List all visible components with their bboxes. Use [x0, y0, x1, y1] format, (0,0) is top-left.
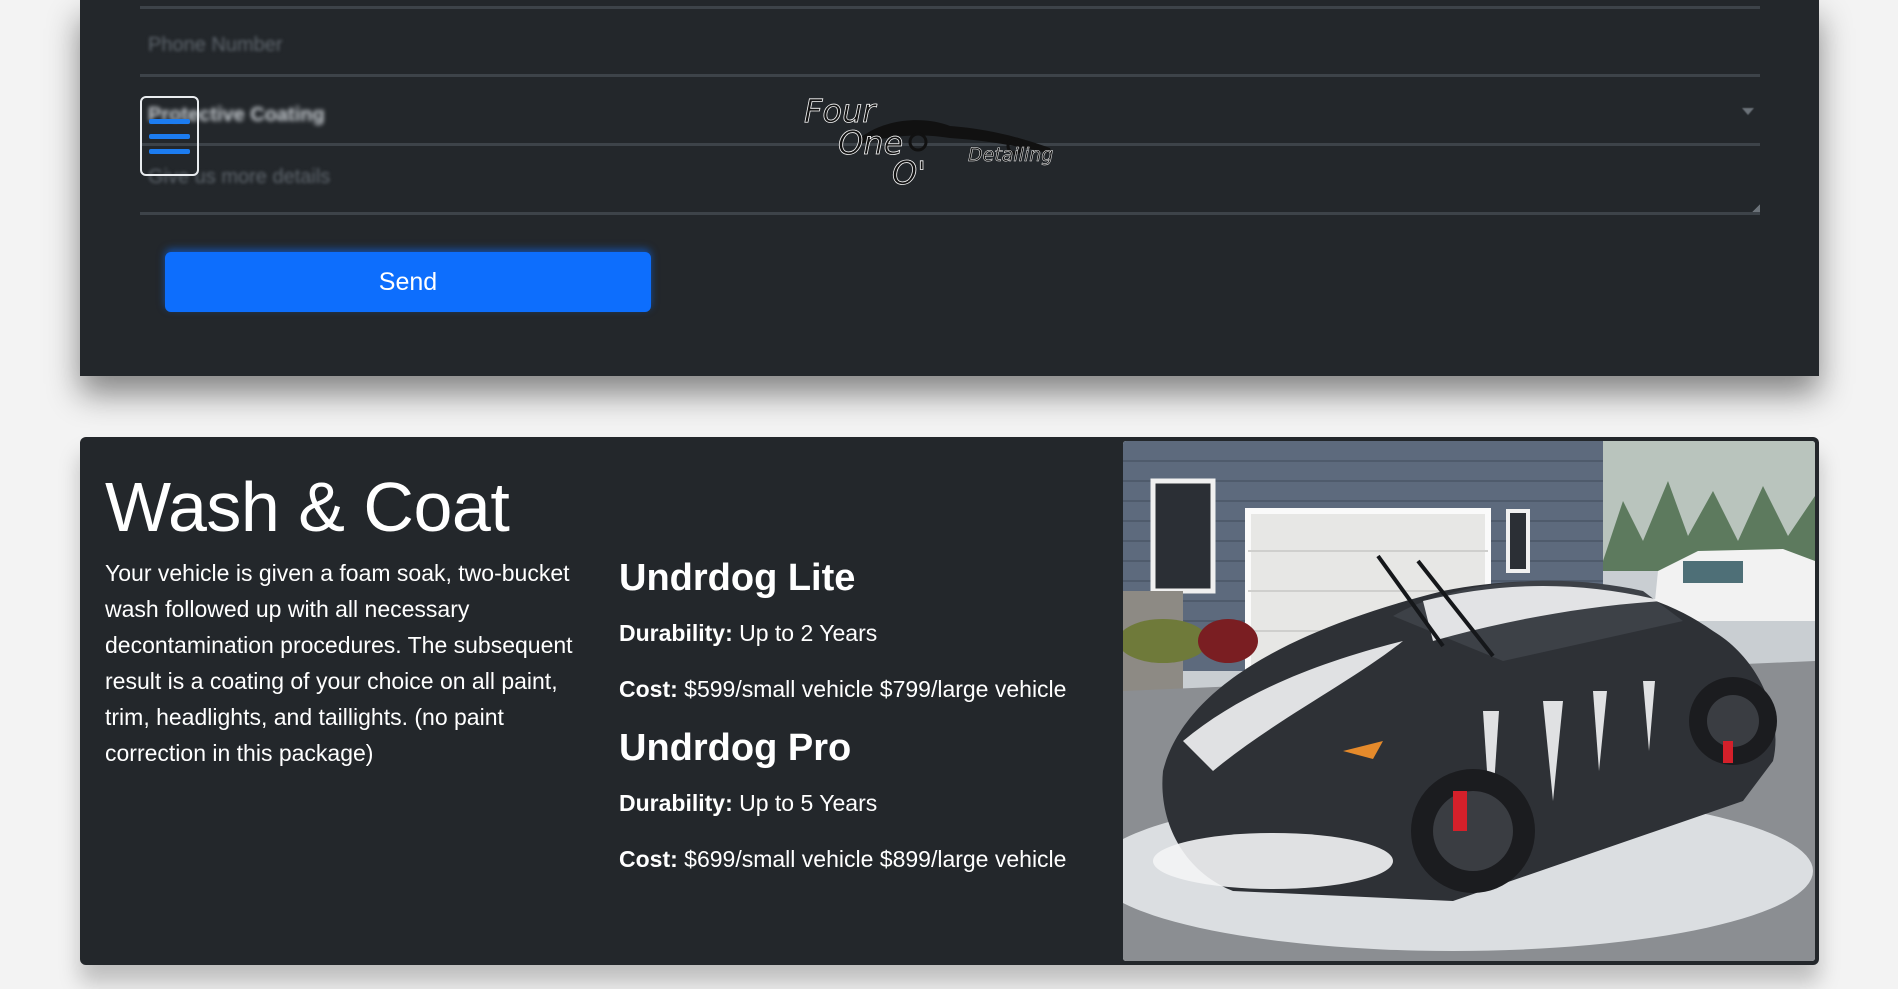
- logo-tagline: Detailing: [968, 144, 1053, 166]
- cost-value: $599/small vehicle $799/large vehicle: [684, 676, 1067, 702]
- send-button[interactable]: Send: [165, 252, 651, 312]
- hamburger-menu-icon[interactable]: [140, 96, 199, 176]
- service-description: Your vehicle is given a foam soak, two-b…: [105, 560, 573, 766]
- service-title: Wash & Coat: [105, 468, 510, 546]
- durability-label: Durability:: [619, 620, 733, 646]
- cost-label: Cost:: [619, 846, 678, 872]
- tier-name-lite: Undrdog Lite: [619, 557, 856, 599]
- details-underline: [140, 212, 1760, 215]
- tier-cost-lite: Cost: $599/small vehicle $799/large vehi…: [619, 676, 1066, 703]
- wash-and-coat-card: Wash & Coat Your vehicle is given a foam…: [80, 437, 1819, 965]
- tier-cost-pro: Cost: $699/small vehicle $899/large vehi…: [619, 846, 1066, 873]
- tier-durability-lite: Durability: Up to 2 Years: [619, 620, 877, 647]
- durability-value: Up to 5 Years: [739, 790, 878, 816]
- tier-durability-pro: Durability: Up to 5 Years: [619, 790, 877, 817]
- logo-graphic: Four One O' Detailing: [804, 92, 1054, 193]
- site-logo[interactable]: Four One O' Detailing: [800, 88, 1070, 193]
- select-caret-icon: [1742, 108, 1754, 115]
- cost-value: $699/small vehicle $899/large vehicle: [684, 846, 1067, 872]
- car-photo-illustration: [1123, 441, 1815, 961]
- cost-label: Cost:: [619, 676, 678, 702]
- logo-wheel: [908, 132, 928, 152]
- logo-text-o: O': [892, 154, 926, 188]
- phone-number-underline: [140, 74, 1760, 77]
- durability-value: Up to 2 Years: [739, 620, 878, 646]
- menu-bar: [149, 118, 190, 124]
- phone-number-field[interactable]: Phone Number: [148, 34, 283, 57]
- foam-covered-car-photo: [1123, 441, 1815, 961]
- tier-name-pro: Undrdog Pro: [619, 727, 852, 769]
- previous-field-underline: [140, 6, 1760, 9]
- menu-bar: [149, 148, 190, 154]
- menu-bar: [149, 133, 190, 139]
- durability-label: Durability:: [619, 790, 733, 816]
